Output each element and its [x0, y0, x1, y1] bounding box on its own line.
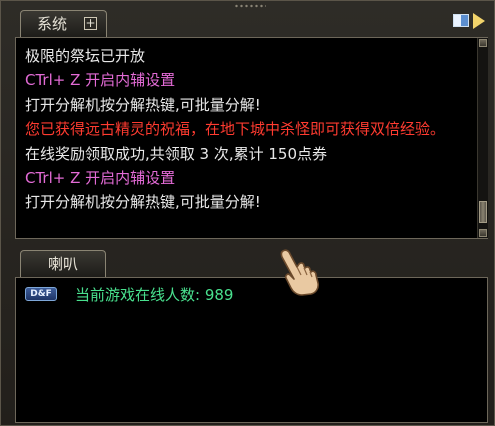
chat-line: 您已获得远古精灵的祝福，在地下城中杀怪即可获得双倍经验。: [25, 120, 446, 139]
tab-system-label: 系统: [37, 15, 68, 33]
scroll-up-icon[interactable]: [479, 39, 487, 47]
chat-line: 打开分解机按分解热键,可批量分解!: [25, 95, 261, 114]
dnf-badge-icon: D&F: [25, 287, 57, 301]
window-controls: [453, 13, 487, 29]
tab-horn[interactable]: 喇叭: [20, 250, 106, 277]
online-count-message: 当前游戏在线人数: 989: [75, 286, 234, 304]
tab-horn-label: 喇叭: [47, 255, 78, 273]
horn-panel: D&F 当前游戏在线人数: 989: [15, 277, 488, 423]
tab-system[interactable]: 系统 +: [20, 10, 107, 37]
drag-grip[interactable]: [234, 4, 266, 8]
chat-line: CTrl+ Z 开启内辅设置: [25, 71, 176, 90]
hand-cursor-icon: [280, 249, 319, 296]
expand-arrow-icon[interactable]: [473, 13, 485, 29]
window-mode-icon[interactable]: [453, 14, 469, 27]
chat-scrollbar[interactable]: [477, 38, 488, 238]
chat-line: 打开分解机按分解热键,可批量分解!: [25, 193, 261, 212]
scroll-thumb[interactable]: [479, 201, 487, 223]
chat-window: 系统 + 极限的祭坛已开放 CTrl+ Z 开启内辅设置 打开分解机按分解热键,…: [0, 0, 495, 426]
add-tab-icon[interactable]: +: [84, 17, 97, 30]
chat-line: 在线奖励领取成功,共领取 3 次,累计 150点券: [25, 144, 328, 163]
system-chat-panel: 极限的祭坛已开放 CTrl+ Z 开启内辅设置 打开分解机按分解热键,可批量分解…: [15, 37, 488, 239]
chat-message-list: 极限的祭坛已开放 CTrl+ Z 开启内辅设置 打开分解机按分解热键,可批量分解…: [25, 44, 470, 215]
chat-line: CTrl+ Z 开启内辅设置: [25, 169, 176, 188]
chat-line: 极限的祭坛已开放: [25, 47, 146, 65]
scroll-down-icon[interactable]: [479, 229, 487, 237]
